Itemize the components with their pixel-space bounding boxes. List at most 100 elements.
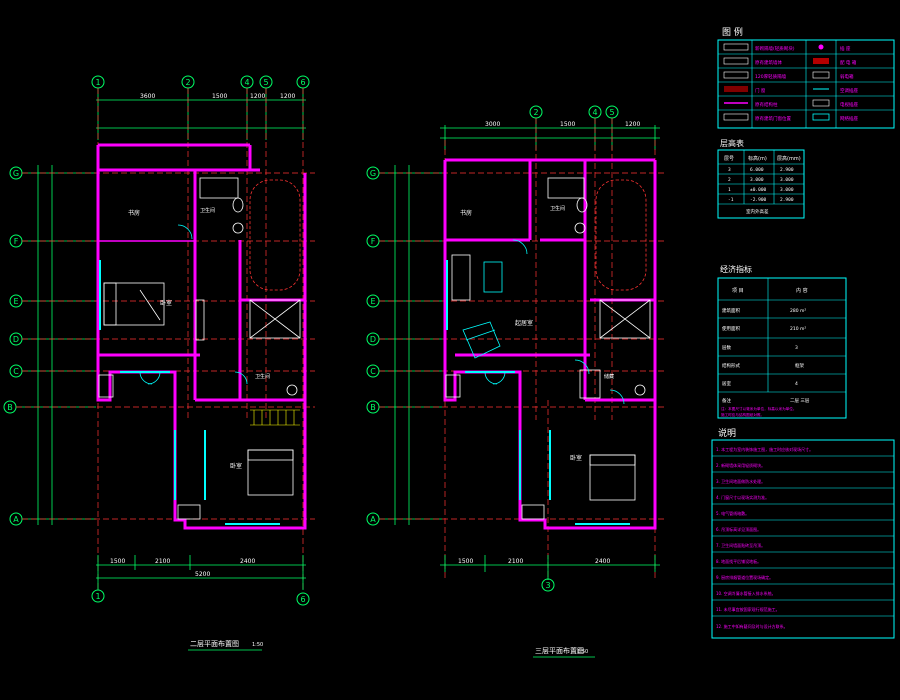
floor-table-cell: 3 <box>728 167 731 173</box>
dim-text: 1500 <box>212 93 227 100</box>
tech-table-cell: 4 <box>795 381 798 387</box>
legend-label: 配 电 箱 <box>840 59 857 66</box>
floor-table-title: 层高表 <box>720 138 744 148</box>
tech-table-cell: 3 <box>795 345 798 351</box>
room-label-family: 起居室 <box>515 319 533 327</box>
room-label-study: 书房 <box>460 209 472 217</box>
axis-A-label: A <box>13 515 19 524</box>
note-line: 7. 卫生间墙面贴砖至吊顶。 <box>716 542 765 548</box>
room-label-wc: 卫生间 <box>550 205 565 212</box>
note-line: 2. 新砌墙体采用轻质砌块。 <box>716 462 765 468</box>
floor-table-header: 标高(m) <box>748 155 767 162</box>
legend-labels: 新砌隔墙(轻质砌块) 插 座 原有建筑墙体 配 电 箱 120厚轻质隔墙 弱电箱… <box>755 45 858 122</box>
right-floor-plan: 2 4 5 3000 1500 1200 G F E D C B A 书房 起居… <box>366 105 665 658</box>
floor-table-cell: 2 <box>728 177 731 183</box>
dim-text: 1500 <box>560 121 575 128</box>
floor-table-cell: -2.900 <box>750 197 767 203</box>
toilet-icon <box>232 197 244 213</box>
legend-label: 120厚轻质隔墙 <box>755 73 787 80</box>
bathtub-icon <box>199 177 239 199</box>
toilet-icon <box>286 384 298 396</box>
tech-table-cell: 使用面积 <box>722 325 740 332</box>
note-line: 10. 空调冷凝水管接入排水系统。 <box>716 590 776 596</box>
right-side-axis-bubbles: G F E D C B A <box>366 166 380 526</box>
axis-D-label: D <box>370 335 376 344</box>
legend-label: 原有结构柱 <box>755 101 778 108</box>
floor-table-footer: 室内外高差 <box>746 208 769 215</box>
note-line: 9. 厨房排烟管道位置现场确定。 <box>716 574 773 580</box>
tech-table-cell: 层数 <box>722 344 731 351</box>
axis-6-label: 6 <box>300 78 305 87</box>
note-line: 5. 电气管线暗敷。 <box>716 510 749 516</box>
tech-table-cell: 建筑面积 <box>722 307 740 314</box>
axis-2-label: 2 <box>533 108 538 117</box>
legend-label: 电视插座 <box>840 101 858 108</box>
floor-table-header: 层号 <box>724 156 734 162</box>
notes-title: 说明 <box>718 427 736 439</box>
left-plan-title: 二层平面布置图 <box>190 639 239 648</box>
legend-grid <box>718 40 894 128</box>
axis-3-bottom-label: 3 <box>545 581 550 590</box>
legend-label: 门 窗 <box>755 87 766 94</box>
floor-table-cell: 6.000 <box>750 167 764 173</box>
bathtub-icon <box>547 177 585 199</box>
axis-B-label: B <box>370 403 376 412</box>
tech-table-cell: 框架 <box>795 362 804 369</box>
floor-table-cell: 2.900 <box>780 197 794 203</box>
left-top-axis-bubbles: 1 2 4 5 6 <box>91 75 310 89</box>
sofa-icon <box>451 254 471 301</box>
room-label-bedroom: 卧室 <box>160 299 172 307</box>
dim-text: 1200 <box>625 121 640 128</box>
note-line: 1. 本工程为室内装饰施工图，施工时应核对现场尺寸。 <box>716 446 813 452</box>
tech-table-note: 施工时应与结构图纸对照。 <box>721 412 764 417</box>
legend-label: 弱电箱 <box>840 73 854 80</box>
room-label-bedroom: 卧室 <box>570 454 582 462</box>
tech-table-header: 项 目 <box>732 288 744 294</box>
room-label-store: 储藏 <box>604 373 614 380</box>
legend-label: 原有建筑门窗位置 <box>755 115 791 122</box>
cad-drawing: 1 2 4 5 6 3600 1500 1200 1200 G F E D C … <box>3 26 895 658</box>
tech-table-cell: 280 m² <box>790 308 806 314</box>
bed-icon <box>589 454 636 501</box>
tech-table-title: 经济指标 <box>720 264 752 274</box>
note-line: 12. 施工中如有疑问及时与设计方联系。 <box>716 623 788 629</box>
piano-icon <box>462 321 501 359</box>
toilet-icon <box>634 384 646 396</box>
room-label-bath: 卫生间 <box>200 207 215 214</box>
dim-text: 2100 <box>155 558 170 565</box>
tech-table-cell: 备注 <box>722 397 731 404</box>
axis-A-label: A <box>370 515 376 524</box>
dim-text: 1500 <box>458 558 473 565</box>
axis-5-label: 5 <box>263 78 268 87</box>
legend-label: 网络插座 <box>840 115 858 122</box>
dim-text: 2100 <box>508 558 523 565</box>
axis-C-label: C <box>13 367 19 376</box>
tech-index-table: 经济指标 项 目 内 容 建筑面积 280 m² 使用面积 210 m² 层数 … <box>717 264 847 419</box>
note-line: 3. 卫生间地面做防水处理。 <box>716 478 765 484</box>
tech-table-cell: 二层 三层 <box>790 398 810 404</box>
axis-C-label: C <box>370 367 376 376</box>
left-side-axis-bubbles: G F E D C B A <box>3 166 23 526</box>
axis-F-label: F <box>14 237 19 246</box>
dim-text: 2400 <box>240 558 255 565</box>
legend-label: 新砌隔墙(轻质砌块) <box>755 45 795 52</box>
axis-E-label: E <box>13 297 18 306</box>
tech-table-note: 注：本图尺寸以毫米为单位，标高以米为单位。 <box>721 406 796 411</box>
note-line: 8. 地面找平后铺设地板。 <box>716 558 761 564</box>
room-label-study: 书房 <box>128 209 140 217</box>
left-stairs <box>250 409 300 426</box>
note-line: 6. 吊顶标高详见顶面图。 <box>716 526 761 532</box>
legend-label: 空调插座 <box>840 87 858 94</box>
right-top-axis-bubbles: 2 4 5 <box>529 105 619 119</box>
floor-table-cell: 1 <box>728 187 731 193</box>
tech-table-cell: 居室 <box>722 380 731 387</box>
legend-title: 图 例 <box>722 26 743 38</box>
dim-text: 3600 <box>140 93 155 100</box>
left-top-dimensions <box>96 88 306 140</box>
left-floor-plan: 1 2 4 5 6 3600 1500 1200 1200 G F E D C … <box>3 75 315 651</box>
floor-table-cell: 3.000 <box>780 177 794 183</box>
note-line: 4. 门窗尺寸以现场实测为准。 <box>716 494 769 500</box>
sink-icon <box>232 222 244 234</box>
tech-table-header: 内 容 <box>796 287 808 294</box>
note-line: 11. 未尽事宜按国家现行规范施工。 <box>716 606 780 612</box>
